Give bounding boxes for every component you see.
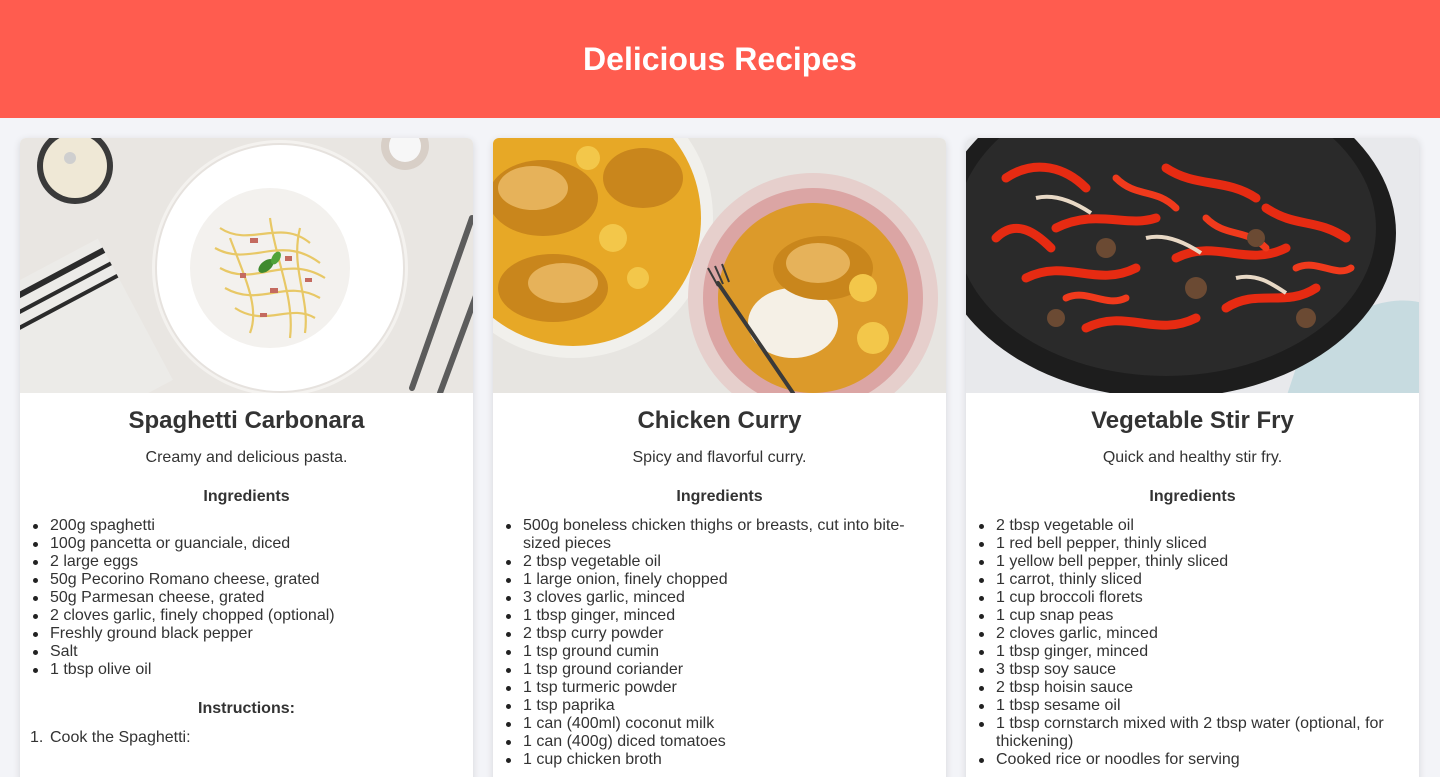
recipe-grid: Spaghetti Carbonara Creamy and delicious… <box>0 118 1440 777</box>
curry-photo <box>493 138 946 393</box>
instructions-heading: Instructions: <box>198 700 295 717</box>
ingredients-heading: Ingredients <box>203 488 290 505</box>
list-item: 3 cloves garlic, minced <box>506 589 926 607</box>
recipe-title: Chicken Curry <box>637 407 802 434</box>
step-text: Cook the Spaghetti: <box>50 729 191 746</box>
list-item: 1 can (400g) diced tomatoes <box>506 733 926 751</box>
list-item: 1 tsp turmeric powder <box>506 679 926 697</box>
recipe-card-curry: Chicken Curry Spicy and flavorful curry.… <box>493 138 946 777</box>
ingredients-list: 500g boneless chicken thighs or breasts,… <box>506 517 926 769</box>
page-title: Delicious Recipes <box>583 40 857 77</box>
list-item: 50g Pecorino Romano cheese, grated <box>33 571 453 589</box>
list-item: 1 cup broccoli florets <box>979 589 1399 607</box>
list-item: 2 tbsp curry powder <box>506 625 926 643</box>
list-item: 3 tbsp soy sauce <box>979 661 1399 679</box>
list-item: 200g spaghetti <box>33 517 453 535</box>
stirfry-photo <box>966 138 1419 393</box>
list-item: 1 tbsp olive oil <box>33 661 453 679</box>
list-item: 2 tbsp hoisin sauce <box>979 679 1399 697</box>
list-item: 2 tbsp vegetable oil <box>979 517 1399 535</box>
list-item: 1 large onion, finely chopped <box>506 571 926 589</box>
list-item: Salt <box>33 643 453 661</box>
list-item: 1 tsp ground coriander <box>506 661 926 679</box>
list-item: 2 cloves garlic, minced <box>979 625 1399 643</box>
list-item: 2 cloves garlic, finely chopped (optiona… <box>33 607 453 625</box>
list-item: 1 carrot, thinly sliced <box>979 571 1399 589</box>
list-item: 500g boneless chicken thighs or breasts,… <box>506 517 926 553</box>
list-item: Freshly ground black pepper <box>33 625 453 643</box>
ingredients-heading: Ingredients <box>1149 488 1236 505</box>
list-item: 1 tbsp sesame oil <box>979 697 1399 715</box>
recipe-description: Quick and healthy stir fry. <box>1102 449 1283 466</box>
recipe-card-carbonara: Spaghetti Carbonara Creamy and delicious… <box>20 138 473 777</box>
list-item: 1 tsp paprika <box>506 697 926 715</box>
list-item: 1 tsp ground cumin <box>506 643 926 661</box>
list-item: 1 tbsp cornstarch mixed with 2 tbsp wate… <box>979 715 1399 751</box>
ingredients-list: 2 tbsp vegetable oil 1 red bell pepper, … <box>979 517 1399 769</box>
list-item: 1 cup chicken broth <box>506 751 926 769</box>
list-item: 2 large eggs <box>33 553 453 571</box>
step-number: 1. <box>30 729 44 746</box>
list-item: 1 red bell pepper, thinly sliced <box>979 535 1399 553</box>
instruction-step: 1. Cook the Spaghetti: <box>30 729 453 747</box>
list-item: Cooked rice or noodles for serving <box>979 751 1399 769</box>
list-item: 100g pancetta or guanciale, diced <box>33 535 453 553</box>
carbonara-photo <box>20 138 473 393</box>
list-item: 1 cup snap peas <box>979 607 1399 625</box>
list-item: 1 tbsp ginger, minced <box>506 607 926 625</box>
list-item: 50g Parmesan cheese, grated <box>33 589 453 607</box>
list-item: 1 tbsp ginger, minced <box>979 643 1399 661</box>
ingredients-list: 200g spaghetti 100g pancetta or guancial… <box>33 517 453 679</box>
instructions-list: 1. Cook the Spaghetti: <box>30 729 453 747</box>
page-header: Delicious Recipes <box>0 0 1440 118</box>
ingredients-heading: Ingredients <box>676 488 763 505</box>
recipe-description: Creamy and delicious pasta. <box>145 449 348 466</box>
list-item: 1 can (400ml) coconut milk <box>506 715 926 733</box>
recipe-title: Spaghetti Carbonara <box>128 407 365 434</box>
list-item: 1 yellow bell pepper, thinly sliced <box>979 553 1399 571</box>
list-item: 2 tbsp vegetable oil <box>506 553 926 571</box>
recipe-title: Vegetable Stir Fry <box>1091 407 1294 434</box>
recipe-description: Spicy and flavorful curry. <box>632 449 807 466</box>
recipe-card-stir-fry: Vegetable Stir Fry Quick and healthy sti… <box>966 138 1419 777</box>
